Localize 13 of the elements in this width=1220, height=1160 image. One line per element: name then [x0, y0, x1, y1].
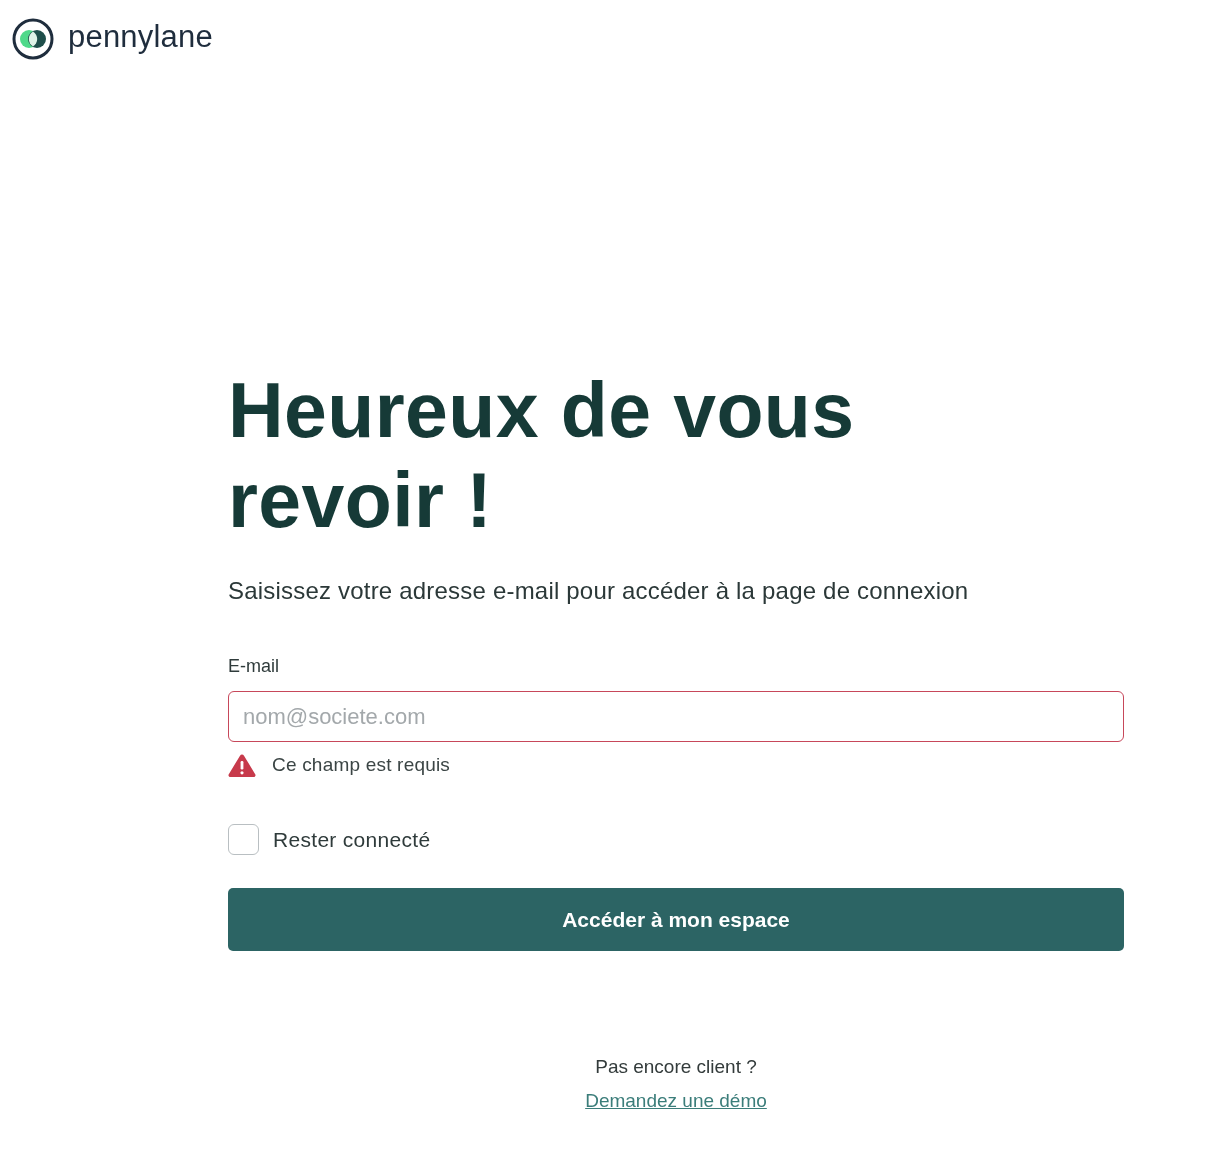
- error-message: Ce champ est requis: [272, 753, 451, 777]
- warning-icon: [228, 752, 256, 778]
- subtitle-text: Saisissez votre adresse e-mail pour accéder à la page de connexion: [228, 576, 970, 606]
- remember-checkbox[interactable]: [228, 824, 259, 855]
- demo-link[interactable]: Demandez une démo: [585, 1088, 767, 1114]
- email-label: E-mail: [228, 655, 279, 678]
- email-input-field[interactable]: nom@societe.com: [228, 691, 1124, 742]
- logo-wordmark: pennylane: [68, 20, 213, 56]
- signup-prompt: Pas encore client ?: [595, 1055, 757, 1079]
- submit-button[interactable]: Accéder à mon espace: [228, 888, 1124, 951]
- page-heading: Heureux de vous revoir !: [228, 366, 856, 545]
- remember-label: Rester connecté: [273, 826, 431, 853]
- logo-icon: [12, 17, 54, 60]
